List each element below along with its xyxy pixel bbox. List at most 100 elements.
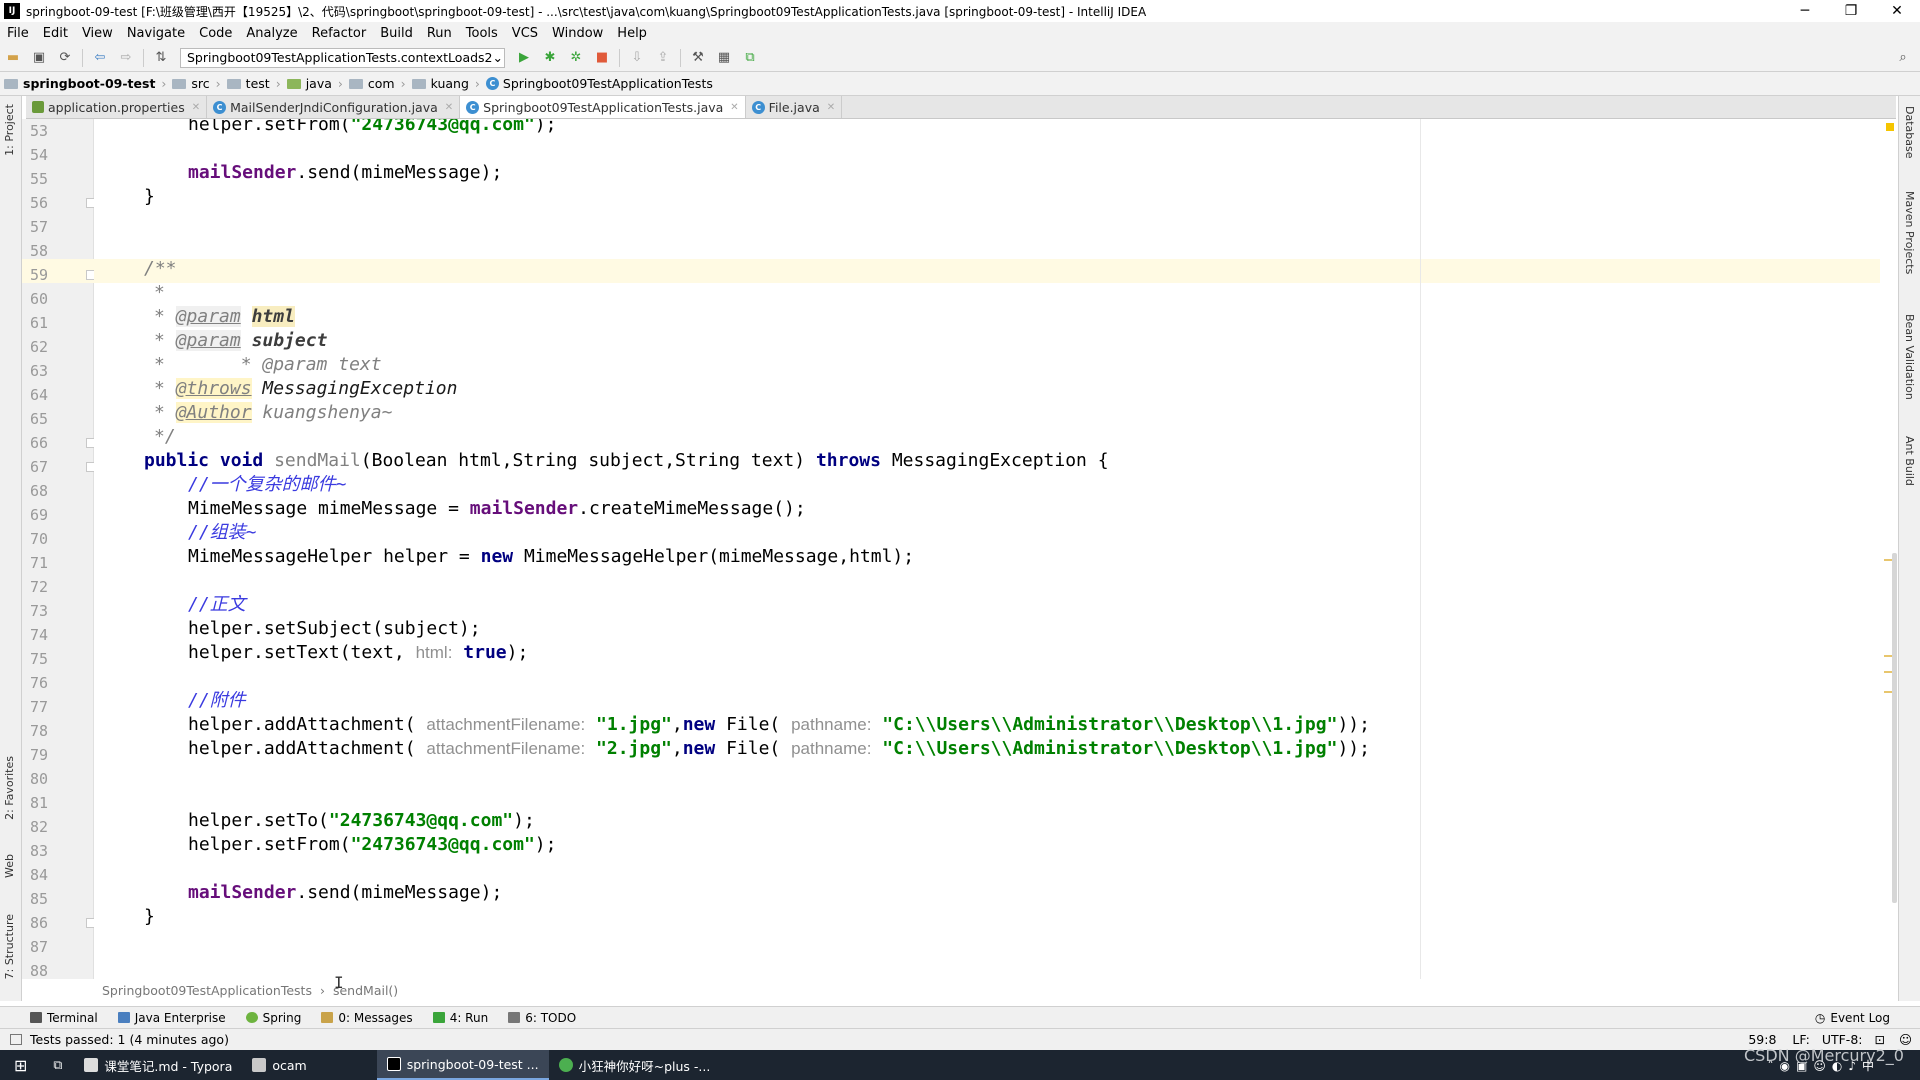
tab-file-java[interactable]: C File.java ✕: [746, 96, 843, 118]
web-tool-button[interactable]: Web: [3, 854, 16, 878]
breadcrumb-test[interactable]: test: [223, 76, 274, 91]
menu-navigate[interactable]: Navigate: [120, 26, 192, 41]
update-icon[interactable]: ⇩: [626, 47, 648, 69]
window-title: springboot-09-test [F:\班级管理\西开【19525】\2、…: [26, 4, 1147, 19]
taskbar-item-ocam[interactable]: ocam: [242, 1050, 316, 1080]
build-icon[interactable]: ⇅: [150, 47, 172, 69]
menu-analyze[interactable]: Analyze: [239, 26, 304, 41]
editor-scrollbar[interactable]: [1880, 119, 1898, 979]
line-number: 79: [29, 746, 48, 764]
code-line-79: helper.addAttachment( attachmentFilename…: [188, 738, 1370, 759]
windows-start-icon[interactable]: ⊞: [0, 1050, 41, 1080]
debug-icon[interactable]: ✱: [539, 47, 561, 69]
taskbar-label: ocam: [272, 1057, 307, 1073]
breadcrumb-project[interactable]: springboot-09-test: [0, 76, 159, 91]
bean-validation-tool-button[interactable]: Bean Validation: [1903, 314, 1916, 400]
menu-code[interactable]: Code: [192, 26, 239, 41]
settings-wrench-icon[interactable]: ⚒: [687, 47, 709, 69]
menu-vcs[interactable]: VCS: [505, 26, 545, 41]
messages-tool-button[interactable]: 0: Messages: [311, 1011, 422, 1025]
menu-build[interactable]: Build: [373, 26, 420, 41]
back-arrow-icon[interactable]: ⇦: [89, 47, 111, 69]
breadcrumb-kuang[interactable]: kuang: [408, 76, 473, 91]
menu-edit[interactable]: Edit: [36, 26, 75, 41]
event-log-button[interactable]: ◷ Event Log: [1805, 1011, 1920, 1025]
minimize-button[interactable]: ─: [1782, 3, 1828, 19]
run-configuration-select[interactable]: Springboot09TestApplicationTests.context…: [180, 47, 505, 68]
run-config-label: Springboot09TestApplicationTests.context…: [187, 50, 493, 65]
line-number-gutter: 53 54 55 56 57 58 59 60 61 62 63 64 65 6…: [22, 119, 125, 980]
menu-run[interactable]: Run: [420, 26, 459, 41]
scroll-thumb[interactable]: [1892, 553, 1897, 903]
maven-tool-button[interactable]: Maven Projects: [1903, 191, 1916, 274]
chrome-icon: [558, 1058, 573, 1072]
code-line-56: }: [144, 186, 155, 207]
sync-icon[interactable]: ⟳: [54, 47, 76, 69]
taskbar-item-intellij[interactable]: springboot-09-test ...: [376, 1050, 549, 1080]
stop-icon[interactable]: ■: [591, 47, 613, 69]
menu-tools[interactable]: Tools: [459, 26, 505, 41]
breadcrumb-class[interactable]: C Springboot09TestApplicationTests: [482, 76, 717, 91]
menu-file[interactable]: File: [0, 26, 36, 41]
editor-breadcrumb-class[interactable]: Springboot09TestApplicationTests: [102, 983, 312, 998]
menu-refactor[interactable]: Refactor: [305, 26, 374, 41]
menu-help[interactable]: Help: [610, 26, 654, 41]
line-number: 75: [29, 650, 48, 668]
tool-label: Spring: [262, 1010, 302, 1025]
sdk-icon[interactable]: ⧉: [739, 47, 761, 69]
tab-application-properties[interactable]: application.properties ✕: [26, 96, 208, 118]
class-icon: C: [466, 100, 480, 114]
code-line-59: /**: [144, 258, 177, 279]
editor-breadcrumb-method[interactable]: sendMail(): [333, 983, 398, 998]
warning-marker[interactable]: [1886, 123, 1894, 131]
save-icon[interactable]: ▣: [28, 47, 50, 69]
todo-tool-button[interactable]: 6: TODO: [498, 1011, 586, 1025]
inspector-icon[interactable]: ☺: [1891, 1032, 1920, 1047]
open-folder-icon[interactable]: ▬: [2, 47, 24, 69]
menu-window[interactable]: Window: [545, 26, 610, 41]
line-number: 62: [29, 338, 48, 356]
taskbar-item-typora[interactable]: 课堂笔记.md - Typora: [74, 1050, 242, 1080]
taskbar-item-chrome[interactable]: 小狂神你好呀~plus -...: [549, 1050, 721, 1080]
line-number: 73: [29, 602, 48, 620]
file-encoding[interactable]: UTF-8:: [1816, 1032, 1869, 1047]
java-enterprise-tool-button[interactable]: Java Enterprise: [108, 1011, 236, 1025]
tab-mailsender-jndi[interactable]: C MailSenderJndiConfiguration.java ✕: [207, 96, 461, 118]
coverage-icon[interactable]: ✲: [565, 47, 587, 69]
maximize-button[interactable]: ❐: [1828, 3, 1874, 19]
breadcrumb-src[interactable]: src: [168, 76, 213, 91]
close-icon[interactable]: ✕: [730, 102, 738, 113]
database-tool-button[interactable]: Database: [1903, 106, 1916, 159]
lock-icon[interactable]: ⊡: [1868, 1032, 1890, 1047]
breadcrumb-com[interactable]: com: [345, 76, 399, 91]
tab-springboot09-tests[interactable]: C Springboot09TestApplicationTests.java ✕: [460, 96, 746, 118]
line-separator[interactable]: LF:: [1786, 1032, 1815, 1047]
task-view-icon[interactable]: ⧉: [41, 1050, 74, 1080]
menu-view[interactable]: View: [75, 26, 120, 41]
breadcrumb-separator: ›: [161, 76, 167, 91]
terminal-tool-button[interactable]: Terminal: [0, 1011, 108, 1025]
close-icon[interactable]: ✕: [827, 102, 835, 113]
line-number: 59: [29, 266, 48, 284]
run-icon[interactable]: ▶: [513, 47, 535, 69]
structure-tool-button[interactable]: 7: Structure: [3, 914, 16, 979]
run-tool-button[interactable]: 4: Run: [423, 1011, 499, 1025]
ant-build-tool-button[interactable]: Ant Build: [1903, 436, 1916, 486]
class-icon: C: [485, 77, 499, 90]
spring-tool-button[interactable]: Spring: [236, 1011, 312, 1025]
search-icon[interactable]: ⌕: [1892, 47, 1914, 69]
breadcrumb-java[interactable]: java: [283, 76, 336, 91]
commit-icon[interactable]: ⇪: [652, 47, 674, 69]
code-editor[interactable]: helper.setFrom("24736743@qq.com"); mailS…: [94, 119, 1880, 979]
forward-arrow-icon[interactable]: ⇨: [115, 47, 137, 69]
close-icon[interactable]: ✕: [192, 102, 200, 113]
project-structure-icon[interactable]: ▦: [713, 47, 735, 69]
code-line-85: mailSender.send(mimeMessage);: [188, 882, 503, 903]
status-panel-icon[interactable]: [10, 1034, 22, 1045]
caret-position[interactable]: 59:8: [1738, 1032, 1786, 1047]
close-icon[interactable]: ✕: [445, 102, 453, 113]
close-button[interactable]: ✕: [1874, 3, 1920, 19]
code-line-83: helper.setFrom("24736743@qq.com");: [188, 834, 557, 855]
favorites-tool-button[interactable]: 2: Favorites: [3, 756, 16, 820]
project-tool-button[interactable]: 1: Project: [3, 104, 16, 156]
